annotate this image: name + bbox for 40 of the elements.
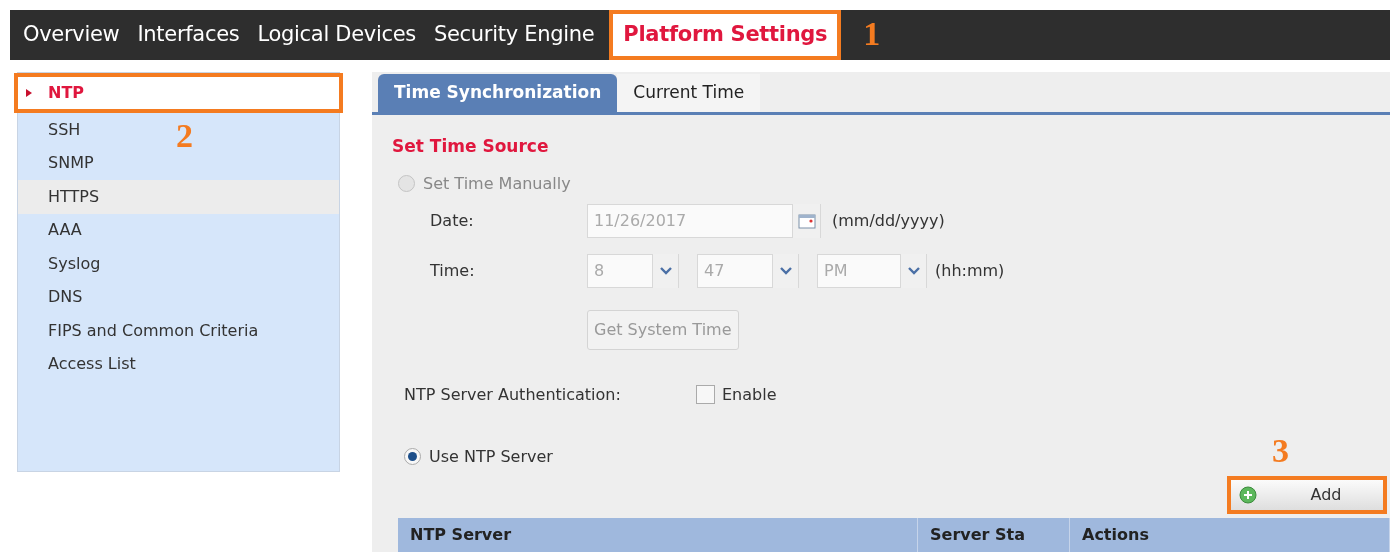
nav-tab[interactable]: Platform Settings [609,10,842,60]
calendar-icon[interactable] [797,212,816,229]
sidebar-item[interactable]: AAA [48,218,82,243]
checkbox-label: Enable [722,383,777,406]
nav-tab[interactable]: Overview [14,10,129,60]
field-label: Date: [430,209,475,232]
sidebar-item[interactable]: FIPS and Common Criteria [48,318,259,343]
sidebar-item[interactable]: HTTPS [18,180,339,214]
nav-tab[interactable]: Logical Devices [248,10,425,60]
arrow-icon [26,89,32,97]
column-header: NTP Server [398,517,918,552]
field-label: NTP Server Authentication: [404,383,622,406]
sidebar-item[interactable]: DNS [48,285,83,310]
chevron-down-icon [779,266,792,275]
add-button[interactable]: Add [1227,475,1387,514]
radio-button[interactable] [404,448,421,465]
section-heading: Set Time Source [392,135,550,158]
callout-number: 1 [863,17,881,51]
format-hint: (hh:mm) [935,259,1005,282]
field-label: Time: [430,259,476,282]
chevron-down-icon [907,266,920,275]
nav-tab[interactable]: Security Engine [424,10,604,60]
callout-number: 2 [176,119,193,153]
sidebar-item[interactable]: NTP [14,73,343,113]
tab[interactable]: Current Time [617,74,761,112]
chevron-down-icon [659,266,672,275]
tab[interactable]: Time Synchronization [378,74,618,112]
sidebar-item[interactable]: Syslog [48,251,101,276]
add-icon [1239,485,1257,504]
sidebar-item[interactable]: SSH [48,117,81,142]
nav-tab[interactable]: Interfaces [128,10,249,60]
callout-number: 3 [1272,433,1289,468]
sidebar-item[interactable]: Access List [48,352,136,377]
sidebar-item[interactable]: SNMP [48,151,94,176]
radio-label: Set Time Manually [423,172,571,195]
radio-label: Use NTP Server [429,445,553,468]
format-hint: (mm/dd/yyyy) [832,209,945,232]
column-header: Server Sta [918,517,1070,552]
checkbox[interactable] [696,385,715,404]
column-header: Actions [1070,517,1390,552]
